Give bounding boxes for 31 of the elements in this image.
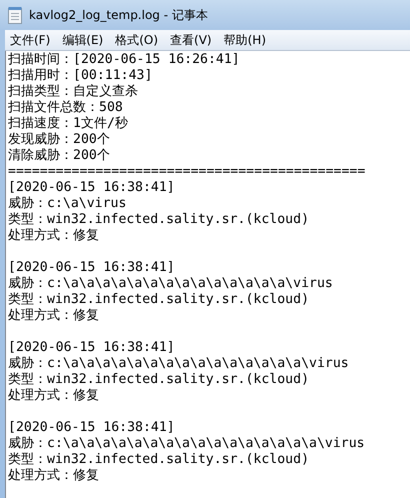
menu-item[interactable]: 帮助(H)	[220, 32, 275, 48]
menu-item[interactable]: 查看(V)	[167, 32, 221, 48]
log-line: 威胁：c:\a\a\a\a\a\a\a\a\a\a\a\a\a\a\virus	[8, 276, 333, 292]
log-line: 发现威胁：200个	[8, 132, 110, 148]
log-line: 清除威胁：200个	[8, 148, 110, 164]
log-line: 处理方式：修复	[8, 228, 99, 244]
log-line: 扫描用时：[00:11:43]	[8, 68, 152, 84]
notepad-icon	[7, 6, 23, 24]
log-line: 处理方式：修复	[8, 388, 99, 404]
log-line: 威胁：c:\a\a\a\a\a\a\a\a\a\a\a\a\a\a\a\a\virus	[8, 436, 365, 452]
log-line: 扫描文件总数：508	[8, 100, 123, 116]
log-line: 扫描类型：自定义查杀	[8, 84, 138, 100]
menu-item[interactable]: 编辑(E)	[59, 32, 112, 48]
log-line: 威胁：c:\a\a\a\a\a\a\a\a\a\a\a\a\a\a\a\virus	[8, 356, 349, 372]
separator-line: =============================================	[8, 164, 366, 180]
log-line: 处理方式：修复	[8, 308, 99, 324]
log-line: 类型：win32.infected.sality.sr.(kcloud)	[8, 372, 310, 388]
window-title: kavlog2_log_temp.log - 记事本	[29, 6, 208, 24]
log-line: 威胁：c:\a\virus	[8, 196, 126, 212]
log-line: 类型：win32.infected.sality.sr.(kcloud)	[8, 292, 310, 308]
menu-item[interactable]: 文件(F)	[7, 32, 60, 48]
log-line: 扫描速度：1文件/秒	[8, 116, 128, 132]
menu-item[interactable]: 格式(O)	[112, 32, 168, 48]
log-line: 类型：win32.infected.sality.sr.(kcloud)	[8, 452, 310, 468]
log-line: [2020-06-15 16:38:41]	[8, 420, 175, 436]
log-line: 扫描时间：[2020-06-15 16:26:41]	[8, 52, 240, 68]
log-line: [2020-06-15 16:38:41]	[8, 340, 175, 356]
log-line: 类型：win32.infected.sality.sr.(kcloud)	[8, 212, 310, 228]
log-line: 处理方式：修复	[8, 468, 99, 484]
log-line: [2020-06-15 16:38:41]	[8, 180, 175, 196]
log-line: [2020-06-15 16:38:41]	[8, 260, 175, 276]
